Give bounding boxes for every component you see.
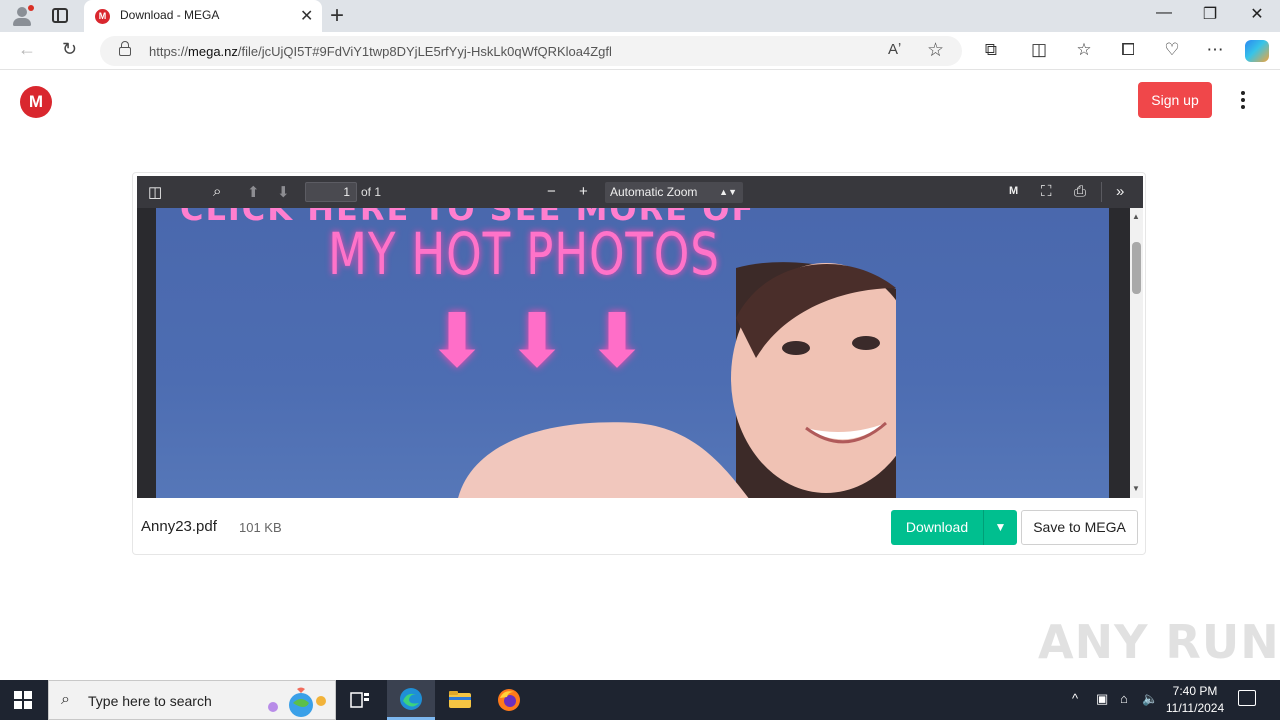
taskbar-clock[interactable]: 7:40 PM 11/11/2024	[1158, 683, 1232, 717]
notification-icon[interactable]	[1238, 690, 1256, 706]
page-number-input[interactable]: 1	[305, 182, 357, 202]
browser-tab-bar: M Download - MEGA ✕ + — ❐ ✕	[0, 0, 1280, 32]
anyrun-watermark: ANY RUN	[1038, 615, 1280, 669]
tab-close-icon[interactable]: ✕	[300, 6, 313, 26]
lock-icon[interactable]	[119, 41, 131, 56]
window-close-icon[interactable]: ✕	[1234, 4, 1280, 24]
minimize-icon[interactable]: —	[1141, 4, 1187, 22]
restore-icon[interactable]: ❐	[1187, 4, 1233, 24]
file-name: Anny23.pdf	[141, 518, 217, 535]
tab-title: Download - MEGA	[120, 8, 220, 22]
next-page-icon[interactable]: ⬇	[277, 183, 290, 201]
mega-logo[interactable]: M	[20, 86, 52, 118]
scroll-up-icon[interactable]: ▲	[1132, 212, 1140, 221]
pdf-document-area[interactable]: CLICK HERE TO SEE MORE OF MY HOT PHOTOS …	[137, 208, 1130, 498]
download-options-chevron-icon[interactable]: ▼	[983, 510, 1017, 545]
scroll-down-icon[interactable]: ▼	[1132, 484, 1140, 493]
browser-tab[interactable]: M Download - MEGA ✕	[84, 0, 322, 32]
zoom-in-icon[interactable]: +	[579, 183, 588, 200]
read-aloud-icon[interactable]: Aʼ	[888, 41, 901, 58]
url-text[interactable]: https://mega.nz/file/jcUjQI5T#9FdViY1twp…	[149, 44, 612, 59]
network-icon[interactable]: ⌂	[1120, 691, 1128, 706]
new-tab-icon[interactable]: +	[330, 3, 344, 29]
search-placeholder: Type here to search	[88, 693, 212, 709]
collections-icon[interactable]: ⧠	[1117, 40, 1139, 60]
tray-device-icon[interactable]: ▣	[1096, 691, 1108, 707]
scrollbar-thumb[interactable]	[1132, 242, 1141, 294]
profile-icon[interactable]	[10, 5, 34, 27]
more-tools-icon[interactable]: »	[1116, 183, 1124, 200]
mega-page: M Sign up ◫ ⌕ ⬆ ⬇ 1 of 1 − + Automatic Z…	[0, 71, 1280, 680]
sidebar-toggle-icon[interactable]: ◫	[148, 183, 162, 201]
favorites-icon[interactable]: ☆	[1073, 40, 1095, 60]
download-button[interactable]: Download	[891, 510, 983, 545]
mega-viewer-icon[interactable]: M	[1009, 185, 1018, 197]
pdf-page: CLICK HERE TO SEE MORE OF MY HOT PHOTOS …	[156, 208, 1109, 498]
browser-essentials-icon[interactable]: ♡	[1161, 40, 1183, 60]
start-windows-icon[interactable]	[14, 691, 32, 709]
mega-favicon-icon: M	[95, 9, 110, 24]
taskbar-search-box[interactable]: ⌕ Type here to search	[48, 680, 336, 720]
zoom-out-icon[interactable]: −	[547, 183, 556, 200]
clock-time: 7:40 PM	[1172, 684, 1218, 698]
file-preview-card: ◫ ⌕ ⬆ ⬇ 1 of 1 − + Automatic Zoom ▲▼ M ⛶ …	[132, 172, 1146, 555]
back-icon[interactable]: ←	[18, 39, 36, 60]
split-screen-icon[interactable]: ◫	[1028, 40, 1050, 60]
tab-actions-icon[interactable]	[52, 8, 68, 23]
sign-up-button[interactable]: Sign up	[1138, 82, 1212, 118]
photo-figure	[458, 262, 896, 498]
previous-page-icon[interactable]: ⬆	[247, 183, 260, 201]
edge-icon	[400, 688, 422, 710]
page-count-label: of 1	[361, 185, 382, 199]
clock-date: 11/11/2024	[1165, 701, 1225, 715]
firefox-icon[interactable]	[497, 688, 521, 712]
tray-chevron-icon[interactable]: ^	[1072, 691, 1078, 706]
toolbar-divider	[1101, 182, 1102, 202]
task-view-icon[interactable]	[348, 688, 372, 712]
menu-kebab-icon[interactable]	[1236, 91, 1250, 111]
zoom-select[interactable]: Automatic Zoom ▲▼	[605, 182, 743, 203]
edge-taskbar-button[interactable]	[387, 680, 435, 720]
address-bar[interactable]: https://mega.nz/file/jcUjQI5T#9FdViY1twp…	[100, 36, 962, 66]
favorite-star-icon[interactable]: ☆	[927, 39, 944, 62]
volume-icon[interactable]: 🔈	[1142, 691, 1158, 707]
fullscreen-icon[interactable]: ⛶	[1041, 183, 1052, 200]
windows-taskbar: ⌕ Type here to search ^ ▣ ⌂ 🔈 7:40 PM 11…	[0, 680, 1280, 720]
copilot-icon[interactable]	[1245, 40, 1269, 62]
reload-icon[interactable]: ↻	[62, 39, 77, 60]
search-highlight-icon	[268, 687, 326, 717]
file-size: 101 KB	[239, 520, 282, 535]
pdf-toolbar: ◫ ⌕ ⬆ ⬇ 1 of 1 − + Automatic Zoom ▲▼ M ⛶ …	[137, 176, 1143, 208]
file-explorer-icon[interactable]	[448, 688, 472, 712]
search-icon: ⌕	[61, 691, 70, 708]
save-to-mega-button[interactable]: Save to MEGA	[1021, 510, 1138, 545]
more-icon[interactable]: ⋯	[1204, 40, 1226, 60]
pdf-scrollbar[interactable]: ▲ ▼	[1130, 208, 1143, 498]
print-icon[interactable]: ⎙	[1074, 183, 1086, 200]
extensions-icon[interactable]: ⧉	[980, 40, 1002, 60]
pdf-search-icon[interactable]: ⌕	[213, 183, 221, 200]
